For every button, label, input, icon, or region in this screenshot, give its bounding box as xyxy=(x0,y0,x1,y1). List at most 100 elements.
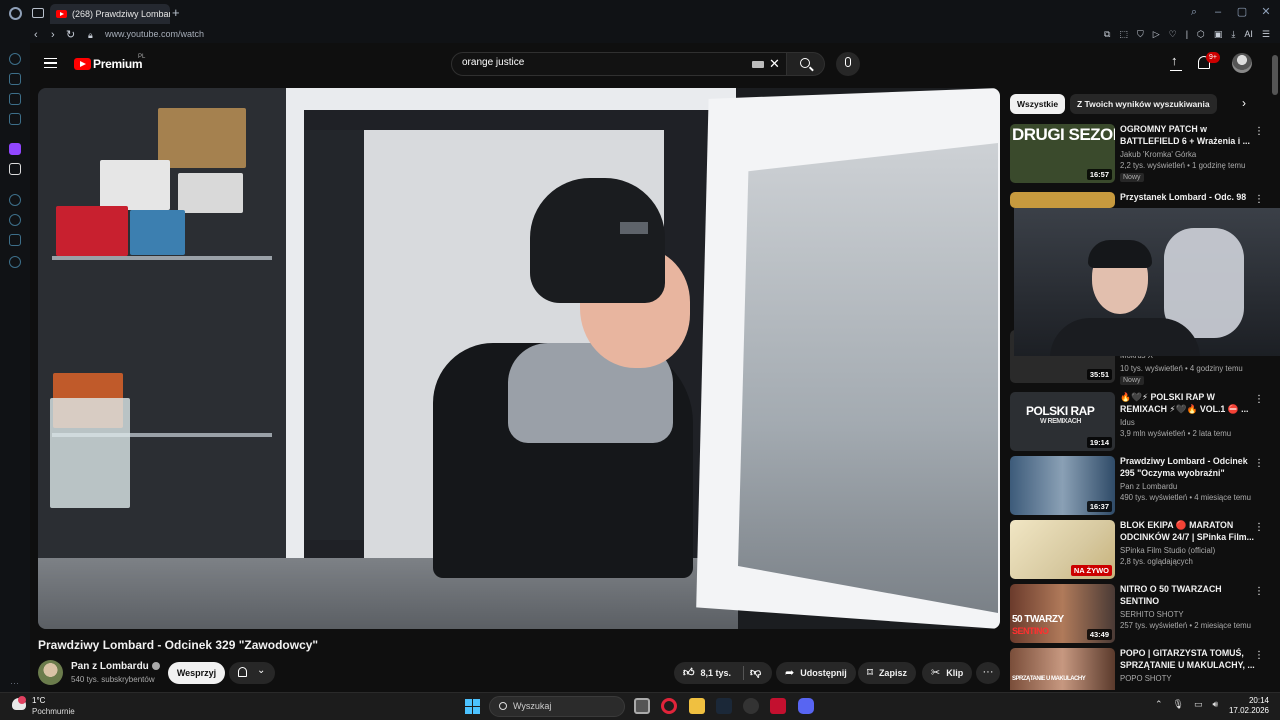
video-thumbnail[interactable]: DRUGI SEZON 16:57 xyxy=(1010,124,1115,183)
kebab-menu-icon[interactable]: ⋮ xyxy=(1254,522,1264,533)
recommendation-title[interactable]: 🔥🖤⚡ POLSKI RAP W REMIXACH ⚡🖤🔥 VOL.1 ⛔ ..… xyxy=(1120,392,1255,415)
menu-icon[interactable]: ☰ xyxy=(1262,28,1270,41)
url-field[interactable]: www.youtube.com/watch xyxy=(105,29,204,39)
task-view-icon[interactable] xyxy=(634,698,650,714)
adobe-icon[interactable] xyxy=(770,698,786,714)
obs-icon[interactable] xyxy=(743,698,759,714)
browser-tab[interactable]: (268) Prawdziwy Lombard xyxy=(50,4,170,24)
extension-icon[interactable]: ⧉ xyxy=(1104,28,1110,41)
chip-from-search[interactable]: Z Twoich wyników wyszukiwania xyxy=(1070,94,1217,114)
kebab-menu-icon[interactable]: ⋮ xyxy=(1254,586,1264,597)
weather-icon[interactable] xyxy=(12,696,26,710)
more-sidebar-icon[interactable]: ··· xyxy=(10,678,19,688)
opera-logo-icon[interactable] xyxy=(9,7,22,20)
recommendation-title[interactable]: BLOK EKIPA 🔴 MARATON ODCINKÓW 24/7 | SPi… xyxy=(1120,520,1255,543)
video-thumbnail[interactable]: 16:37 xyxy=(1010,456,1115,515)
recommendation-title[interactable]: Przystanek Lombard - Odc. 98 xyxy=(1120,192,1255,204)
puzzle-icon[interactable]: ⬡ xyxy=(1197,28,1205,41)
telegram-icon[interactable] xyxy=(9,113,21,125)
player-sidebar-icon[interactable] xyxy=(9,194,21,206)
recommendation-channel[interactable]: Idus xyxy=(1120,418,1135,427)
channel-name[interactable]: Pan z Lombardu xyxy=(71,661,149,672)
history-icon[interactable] xyxy=(9,214,21,226)
like-count[interactable]: 8,1 tys. xyxy=(701,668,732,678)
search-button[interactable] xyxy=(787,52,825,76)
recommendation-item[interactable]: DRUGI SEZON 16:57 OGROMNY PATCH w BATTLE… xyxy=(1010,124,1272,186)
recommendation-title[interactable]: POPO | GITARZYSTA TOMUŚ, SPRZĄTANIE U MA… xyxy=(1120,648,1255,671)
create-upload-icon[interactable] xyxy=(1170,53,1182,71)
tray-chevron-icon[interactable]: ⌃ xyxy=(1155,699,1163,710)
channel-avatar[interactable] xyxy=(38,660,63,685)
back-icon[interactable]: ‹ xyxy=(34,28,38,42)
youtube-logo-icon[interactable] xyxy=(74,58,91,70)
video-thumbnail[interactable] xyxy=(1010,192,1115,208)
settings-icon[interactable] xyxy=(9,256,21,268)
twitch-icon[interactable] xyxy=(9,143,21,155)
opera-taskbar-icon[interactable] xyxy=(661,698,677,714)
clear-search-icon[interactable]: ✕ xyxy=(769,56,780,72)
recommendation-item[interactable]: 50 TWARZY SENTINO 43:49 NITRO O 50 TWARZ… xyxy=(1010,584,1272,646)
search-input[interactable] xyxy=(462,57,742,68)
channel-name-row[interactable]: Pan z Lombardu xyxy=(71,661,160,672)
minimize-button[interactable]: – xyxy=(1212,6,1224,18)
logo-text[interactable]: Premium xyxy=(93,57,143,71)
discord-icon[interactable] xyxy=(798,698,814,714)
recommendation-channel[interactable]: Jakub 'Kromka' Górka xyxy=(1120,150,1196,159)
account-avatar[interactable] xyxy=(1232,53,1252,73)
tab-switcher-icon[interactable] xyxy=(32,8,44,18)
volume-icon[interactable]: 🔊︎ xyxy=(1213,699,1219,710)
x-icon[interactable] xyxy=(9,163,21,175)
like-icon[interactable]: 👍︎ xyxy=(683,667,695,679)
clip-button[interactable]: ✂ Klip xyxy=(922,662,973,684)
network-icon[interactable]: ▭ xyxy=(1194,699,1203,710)
new-tab-button[interactable]: + xyxy=(172,6,180,20)
voice-search-button[interactable] xyxy=(836,52,860,76)
messenger-icon[interactable] xyxy=(9,93,21,105)
download-icon[interactable]: ⤓ xyxy=(1231,28,1235,41)
taskbar-search[interactable]: Wyszukaj xyxy=(489,696,625,717)
recommendation-title[interactable]: NITRO O 50 TWARZACH SENTINO xyxy=(1120,584,1255,607)
search-tabs-icon[interactable]: ⌕ xyxy=(1188,6,1200,18)
heart-icon[interactable]: ♡ xyxy=(1169,28,1177,41)
reload-icon[interactable]: ↻ xyxy=(66,28,75,42)
recommendation-item[interactable]: SPRZĄTANIE U MAKULACHY POPO | GITARZYSTA… xyxy=(1010,648,1272,690)
chevron-right-icon[interactable]: › xyxy=(1242,96,1246,110)
clock-time[interactable]: 20:14 xyxy=(1237,696,1269,705)
forward-icon[interactable]: › xyxy=(51,28,55,42)
weather-condition[interactable]: Pochmurnie xyxy=(32,707,75,716)
ai-button[interactable]: AI xyxy=(1244,28,1253,41)
close-window-button[interactable]: ✕ xyxy=(1260,6,1272,18)
support-button[interactable]: Wesprzyj xyxy=(168,662,225,684)
hamburger-menu-icon[interactable] xyxy=(44,58,57,68)
share-button[interactable]: ➦ Udostępnij xyxy=(776,662,856,684)
recommendation-title[interactable]: OGROMNY PATCH w BATTLEFIELD 6 + Wrażenia… xyxy=(1120,124,1255,147)
recommendation-item[interactable]: POLSKI RAP W REMIXACH 19:14 🔥🖤⚡ POLSKI R… xyxy=(1010,392,1272,454)
extensions-sidebar-icon[interactable] xyxy=(9,234,21,246)
video-thumbnail[interactable]: SPRZĄTANIE U MAKULACHY xyxy=(1010,648,1115,690)
maximize-button[interactable]: ▢ xyxy=(1236,6,1248,18)
dislike-icon[interactable]: 👎︎ xyxy=(750,667,761,679)
more-actions-button[interactable]: ··· xyxy=(976,662,1000,684)
kebab-menu-icon[interactable]: ⋮ xyxy=(1254,458,1264,469)
recommendation-title[interactable]: Prawdziwy Lombard - Odcinek 295 "Oczyma … xyxy=(1120,456,1255,479)
wallet-icon[interactable]: ▣ xyxy=(1214,28,1223,41)
snapshot-icon[interactable]: ⬚ xyxy=(1119,28,1128,41)
clock-date[interactable]: 17.02.2026 xyxy=(1226,706,1269,715)
recommendation-channel[interactable]: SERHITO SHOTY xyxy=(1120,610,1184,619)
steam-icon[interactable] xyxy=(716,698,732,714)
recommendation-channel[interactable]: POPO SHOTY xyxy=(1120,674,1172,683)
kebab-menu-icon[interactable]: ⋮ xyxy=(1254,394,1264,405)
file-explorer-icon[interactable] xyxy=(689,698,705,714)
shield-icon[interactable]: ⛉ xyxy=(1137,28,1144,41)
temperature[interactable]: 1°C xyxy=(32,696,45,705)
video-thumbnail[interactable]: NA ŻYWO xyxy=(1010,520,1115,579)
chip-all[interactable]: Wszystkie xyxy=(1010,94,1066,114)
recommendation-channel[interactable]: Pan z Lombardu xyxy=(1120,482,1177,491)
player-icon[interactable]: ▷ xyxy=(1153,28,1160,41)
recommendation-item[interactable]: 16:37 Prawdziwy Lombard - Odcinek 295 "O… xyxy=(1010,456,1272,518)
start-button-icon[interactable] xyxy=(465,699,480,714)
kebab-menu-icon[interactable]: ⋮ xyxy=(1254,650,1264,661)
recommendation-channel[interactable]: SPinka Film Studio (official) xyxy=(1120,546,1215,555)
kebab-menu-icon[interactable]: ⋮ xyxy=(1254,194,1264,205)
page-scrollbar[interactable] xyxy=(1272,55,1278,95)
